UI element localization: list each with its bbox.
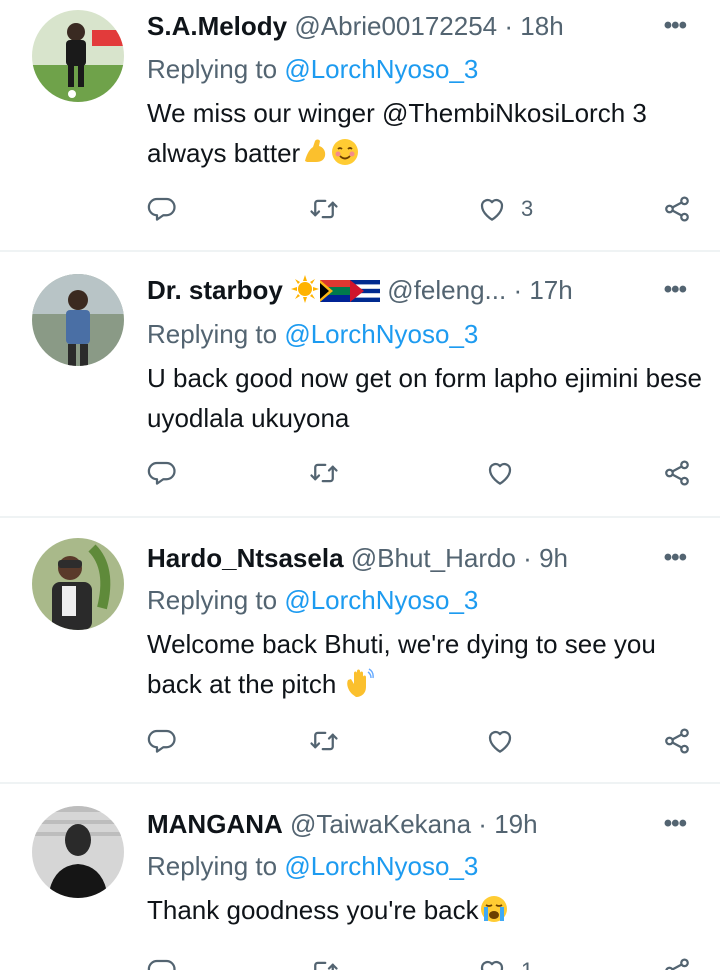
timestamp[interactable]: 19h <box>494 809 537 839</box>
waving-hand-emoji <box>346 668 374 697</box>
tweet-actions: 3 <box>147 192 692 226</box>
more-options-icon[interactable]: ••• <box>664 276 687 304</box>
like-button[interactable]: 3 <box>477 192 533 226</box>
tweet-text: U back good now get on form lapho ejimin… <box>147 358 707 438</box>
avatar[interactable] <box>32 274 124 366</box>
tweet-reply[interactable]: MANGANA @TaiwaKekana · 19h ••• Replying … <box>0 784 720 970</box>
tweet-text: Thank goodness you're back <box>147 890 690 930</box>
display-name[interactable]: MANGANA <box>147 809 283 839</box>
replying-prefix: Replying to <box>147 319 278 349</box>
share-icon <box>662 726 692 756</box>
retweet-button[interactable] <box>309 192 339 226</box>
separator-dot: · <box>504 11 514 41</box>
retweet-button[interactable] <box>309 724 339 758</box>
reply-button[interactable] <box>147 456 177 490</box>
reply-icon <box>147 458 177 488</box>
like-button[interactable] <box>485 724 529 758</box>
retweet-button[interactable] <box>309 954 339 970</box>
share-button[interactable] <box>662 456 692 490</box>
sun-emoji <box>291 275 320 303</box>
mention-link[interactable]: @LorchNyoso_3 <box>284 585 478 615</box>
user-handle[interactable]: @Bhut_Hardo <box>351 543 516 573</box>
loudly-crying-face-emoji <box>480 896 507 922</box>
share-icon <box>662 458 692 488</box>
timestamp[interactable]: 17h <box>529 275 572 305</box>
separator-dot: · <box>523 543 532 573</box>
tweet-actions <box>147 724 692 758</box>
reply-button[interactable] <box>147 724 177 758</box>
cuba-flag <box>350 280 381 302</box>
avatar[interactable] <box>32 538 124 630</box>
reply-button[interactable] <box>147 192 177 226</box>
tweet-reply[interactable]: Hardo_Ntsasela @Bhut_Hardo · 9h ••• Repl… <box>0 518 720 784</box>
share-button[interactable] <box>662 724 692 758</box>
south-africa-flag <box>320 280 351 302</box>
retweet-icon <box>309 956 339 970</box>
retweet-icon <box>309 726 339 756</box>
reply-icon <box>147 956 177 970</box>
tweet-header: Hardo_Ntsasela @Bhut_Hardo · 9h <box>147 542 640 574</box>
separator-dot: · <box>478 809 487 839</box>
tweet-text-content: Welcome back Bhuti, we're dying to see y… <box>147 629 656 699</box>
reply-icon <box>147 194 177 224</box>
tweet-actions <box>147 456 692 490</box>
flexed-biceps-emoji <box>305 139 326 162</box>
timestamp[interactable]: 9h <box>539 543 568 573</box>
avatar[interactable] <box>32 806 124 898</box>
like-button[interactable]: 1 <box>477 954 533 970</box>
share-icon <box>662 956 692 970</box>
replying-to: Replying to @LorchNyoso_3 <box>147 850 478 882</box>
reply-button[interactable] <box>147 954 177 970</box>
heart-icon <box>477 194 507 224</box>
retweet-button[interactable] <box>309 456 339 490</box>
user-handle[interactable]: @TaiwaKekana <box>290 809 471 839</box>
share-button[interactable] <box>662 192 692 226</box>
tweet-header: MANGANA @TaiwaKekana · 19h <box>147 808 640 840</box>
retweet-icon <box>309 194 339 224</box>
more-options-icon[interactable]: ••• <box>664 12 687 40</box>
tweet-text-content: U back good now get on form lapho ejimin… <box>147 363 702 433</box>
display-name[interactable]: S.A.Melody <box>147 11 287 41</box>
more-options-icon[interactable]: ••• <box>664 544 687 572</box>
display-name[interactable]: Dr. starboy <box>147 275 283 305</box>
heart-icon <box>485 726 515 756</box>
replying-prefix: Replying to <box>147 851 278 881</box>
like-button[interactable] <box>485 456 529 490</box>
tweet-reply[interactable]: Dr. starboy @feleng... · 17h ••• Replyin… <box>0 252 720 518</box>
tweet-text-content: We miss our winger @ThembiNkosiLorch 3 a… <box>147 98 647 168</box>
avatar[interactable] <box>32 10 124 102</box>
tweet-text: Welcome back Bhuti, we're dying to see y… <box>147 624 677 704</box>
display-name[interactable]: Hardo_Ntsasela <box>147 543 344 573</box>
like-count: 1 <box>521 958 533 970</box>
replying-to: Replying to @LorchNyoso_3 <box>147 53 478 85</box>
share-button[interactable] <box>662 954 692 970</box>
more-options-icon[interactable]: ••• <box>664 810 687 838</box>
timestamp[interactable]: 18h <box>520 11 563 41</box>
tweet-header: S.A.Melody @Abrie00172254 · 18h <box>147 10 640 42</box>
tweet-text: We miss our winger @ThembiNkosiLorch 3 a… <box>147 93 690 173</box>
separator-dot: · <box>513 275 523 305</box>
user-handle[interactable]: @feleng... <box>387 275 506 305</box>
smiling-face-emoji <box>332 139 359 165</box>
tweet-text-content: Thank goodness you're back <box>147 895 479 925</box>
replying-to: Replying to @LorchNyoso_3 <box>147 318 478 350</box>
reply-icon <box>147 726 177 756</box>
replying-to: Replying to @LorchNyoso_3 <box>147 584 478 616</box>
heart-icon <box>485 458 515 488</box>
user-handle[interactable]: @Abrie00172254 <box>294 11 497 41</box>
retweet-icon <box>309 458 339 488</box>
mention-link[interactable]: @LorchNyoso_3 <box>284 319 478 349</box>
heart-icon <box>477 956 507 970</box>
mention-link[interactable]: @LorchNyoso_3 <box>284 851 478 881</box>
replying-prefix: Replying to <box>147 54 278 84</box>
like-count: 3 <box>521 196 534 221</box>
tweet-actions: 1 <box>147 954 692 970</box>
mention-link[interactable]: @LorchNyoso_3 <box>284 54 478 84</box>
share-icon <box>662 194 692 224</box>
replying-prefix: Replying to <box>147 585 278 615</box>
tweet-reply[interactable]: S.A.Melody @Abrie00172254 · 18h ••• Repl… <box>0 0 720 252</box>
tweet-header: Dr. starboy @feleng... · 17h <box>147 274 640 306</box>
